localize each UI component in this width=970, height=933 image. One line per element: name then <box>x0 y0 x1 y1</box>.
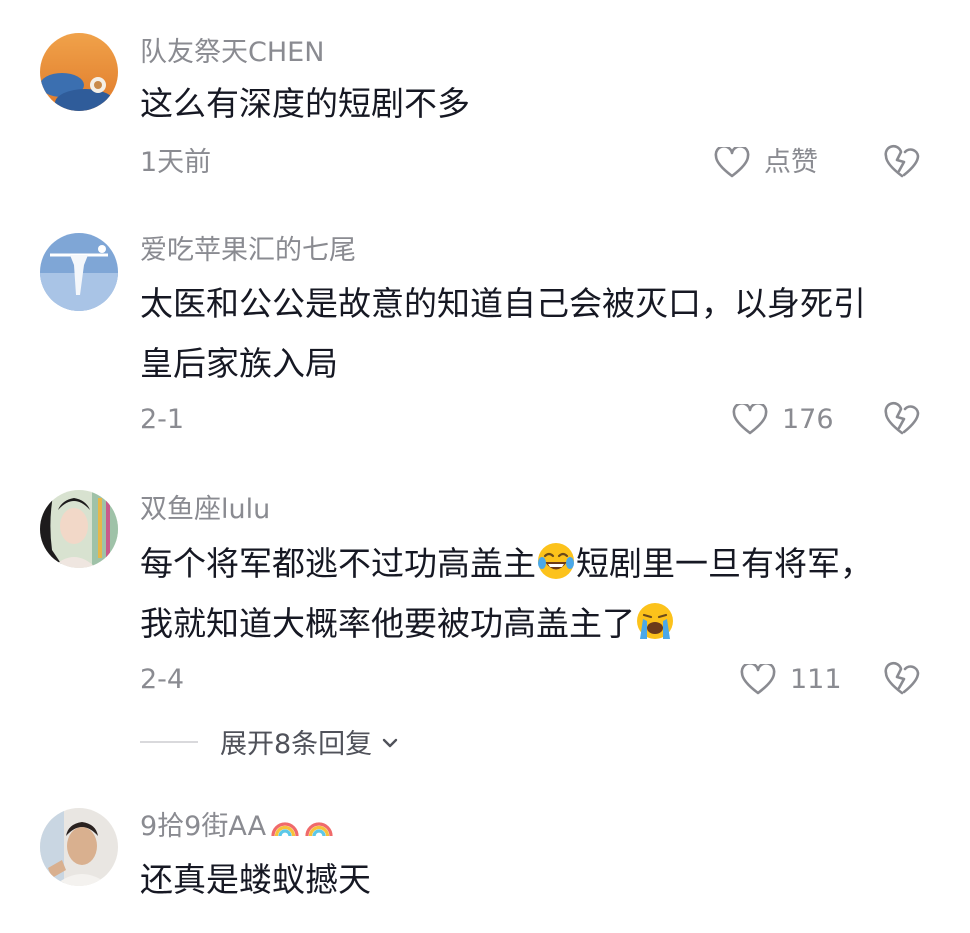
username[interactable]: 9拾9街AA <box>140 810 334 844</box>
comment-item: 队友祭天CHEN 这么有深度的短剧不多 1天前 点赞 <box>0 0 970 200</box>
chevron-down-icon <box>382 738 398 747</box>
like-count: 176 <box>782 404 834 435</box>
comment-text: 每个将军都逃不过功高盖主 短剧里一旦有将军， 我就知道大概率他要被功高盖主了 <box>140 534 930 654</box>
rainbow-icon <box>305 822 333 837</box>
expand-replies-label: 展开8条回复 <box>220 729 373 760</box>
comment-date: 2-1 <box>140 404 185 435</box>
comment-text: 还真是蝼蚁撼天 <box>140 850 930 910</box>
avatar[interactable] <box>40 490 118 568</box>
avatar[interactable] <box>40 808 118 886</box>
comment-text-segment: 短剧里一旦有将军， <box>576 544 873 583</box>
comment-item: 9拾9街AA 还真是蝼蚁撼天 <box>0 790 970 933</box>
like-count: 点赞 <box>764 147 818 178</box>
comment-item: 爱吃苹果汇的七尾 太医和公公是故意的知道自己会被灭口，以身死引 皇后家族入局 2… <box>0 200 970 460</box>
like-button[interactable]: 111 <box>740 663 842 697</box>
comment-date: 1天前 <box>140 147 212 178</box>
broken-heart-outline-icon[interactable] <box>884 661 920 697</box>
comment-text-line: 我就知道大概率他要被功高盖主了 <box>140 594 930 654</box>
tears-of-joy-emoji <box>538 543 574 579</box>
comment-text-line: 还真是蝼蚁撼天 <box>140 860 371 899</box>
comment-text-line: 皇后家族入局 <box>140 344 338 383</box>
broken-heart-outline-icon[interactable] <box>884 144 920 180</box>
heart-outline-icon <box>740 664 776 695</box>
like-button[interactable]: 点赞 <box>714 146 818 180</box>
comment-text: 这么有深度的短剧不多 <box>140 74 930 134</box>
comment-text: 太医和公公是故意的知道自己会被灭口，以身死引 皇后家族入局 <box>140 274 930 394</box>
like-button[interactable]: 176 <box>732 403 834 437</box>
username-text: 9拾9街AA <box>140 811 267 842</box>
heart-outline-icon <box>732 404 768 435</box>
rainbow-icon <box>271 822 299 837</box>
username[interactable]: 双鱼座lulu <box>140 493 270 527</box>
expand-replies-button[interactable]: 展开8条回复 <box>140 722 400 761</box>
username[interactable]: 爱吃苹果汇的七尾 <box>140 234 356 268</box>
comment-date: 2-4 <box>140 664 185 695</box>
like-count: 111 <box>790 664 842 695</box>
username[interactable]: 队友祭天CHEN <box>140 36 324 70</box>
avatar[interactable] <box>40 233 118 311</box>
loudly-crying-emoji <box>637 603 673 639</box>
comment-text-segment: 每个将军都逃不过功高盖主 <box>140 544 536 583</box>
avatar[interactable] <box>40 33 118 111</box>
comment-text-line: 太医和公公是故意的知道自己会被灭口，以身死引 <box>140 284 866 323</box>
comment-text-line: 每个将军都逃不过功高盖主 短剧里一旦有将军， <box>140 534 930 594</box>
heart-outline-icon <box>714 147 750 178</box>
divider <box>140 740 198 743</box>
comment-text-line: 这么有深度的短剧不多 <box>140 84 470 123</box>
broken-heart-outline-icon[interactable] <box>884 401 920 437</box>
comment-text-segment: 我就知道大概率他要被功高盖主了 <box>140 604 635 643</box>
